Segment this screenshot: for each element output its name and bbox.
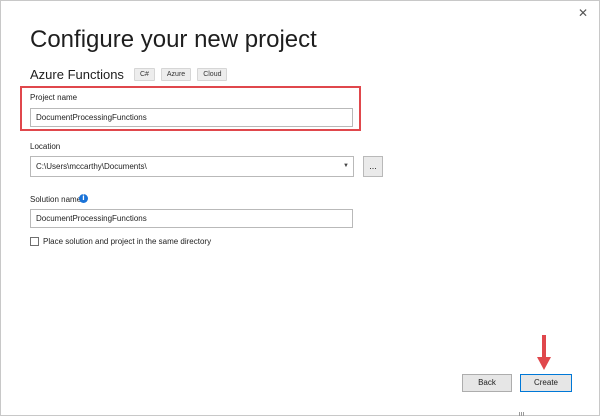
back-button[interactable]: Back	[462, 374, 512, 392]
close-button[interactable]: ✕	[575, 5, 591, 21]
location-value: C:\Users\mccarthy\Documents\	[36, 162, 147, 171]
template-info: Azure Functions C# Azure Cloud	[30, 67, 233, 82]
annotation-arrow-down-icon	[537, 335, 551, 370]
browse-location-button[interactable]: ...	[363, 156, 383, 177]
close-icon: ✕	[577, 6, 589, 20]
solution-name-input[interactable]: DocumentProcessingFunctions	[30, 209, 353, 228]
tag-platform: Azure	[160, 68, 192, 81]
info-icon[interactable]: i	[79, 194, 88, 203]
location-select[interactable]: C:\Users\mccarthy\Documents\ ▼	[30, 156, 354, 177]
solution-name-label: Solution name	[30, 195, 82, 204]
tag-project-type: Cloud	[197, 68, 228, 81]
template-name: Azure Functions	[30, 67, 124, 82]
page-title: Configure your new project	[30, 26, 317, 53]
dialog-window: ✕ Configure your new project Azure Funct…	[0, 0, 600, 416]
resize-grip-icon[interactable]	[519, 412, 525, 416]
project-name-input[interactable]: DocumentProcessingFunctions	[30, 108, 353, 127]
project-name-label: Project name	[30, 93, 78, 102]
chevron-down-icon[interactable]: ▼	[343, 157, 349, 176]
same-directory-label: Place solution and project in the same d…	[43, 237, 212, 246]
create-button[interactable]: Create	[520, 374, 572, 392]
tag-language: C#	[133, 68, 155, 81]
same-directory-option[interactable]: Place solution and project in the same d…	[30, 237, 211, 246]
same-directory-checkbox[interactable]	[30, 237, 39, 246]
location-label: Location	[30, 142, 61, 151]
